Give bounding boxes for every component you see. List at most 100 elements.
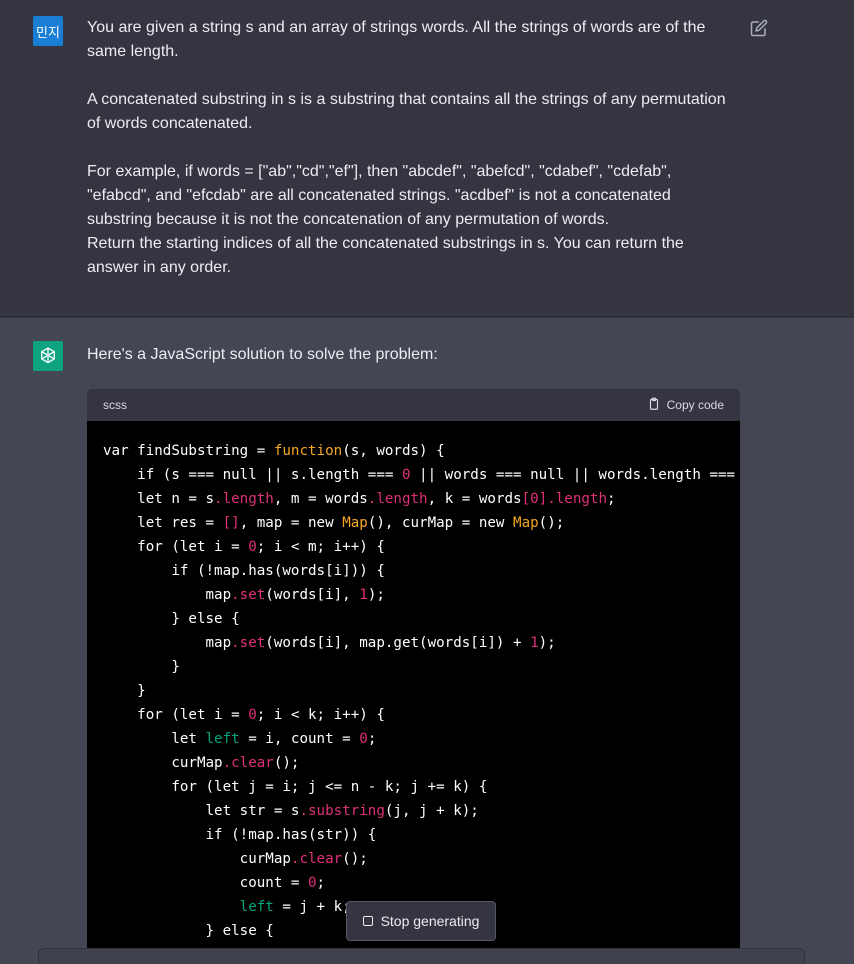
code-token: (), curMap = new xyxy=(367,515,514,531)
stop-generating-button[interactable]: Stop generating xyxy=(346,901,496,941)
assistant-intro-text: Here's a JavaScript solution to solve th… xyxy=(87,346,438,363)
stop-generating-label: Stop generating xyxy=(380,913,480,929)
code-line: let n = s.length, m = words.length, k = … xyxy=(103,487,724,511)
edit-icon[interactable] xyxy=(750,19,768,37)
code-token: 0 xyxy=(248,707,257,723)
code-token: let str = s xyxy=(103,803,300,819)
code-token: , m = words xyxy=(273,491,368,507)
code-token: 0 xyxy=(248,539,257,555)
code-token: } xyxy=(103,659,180,675)
code-line: let left = i, count = 0; xyxy=(103,727,724,751)
code-token: ); xyxy=(367,587,385,603)
code-token: if (s === null || s.length === xyxy=(103,467,402,483)
code-token: } else { xyxy=(103,923,274,939)
code-line: } else { xyxy=(103,607,724,631)
code-token: = i, count = xyxy=(239,731,360,747)
code-line: for (let i = 0; i < m; i++) { xyxy=(103,535,724,559)
code-token: } xyxy=(103,683,146,699)
code-token: let xyxy=(103,731,206,747)
user-message-text: You are given a string s and an array of… xyxy=(87,16,727,280)
code-line: } xyxy=(103,679,724,703)
code-line: } xyxy=(103,655,724,679)
code-line: let res = [], map = new Map(), curMap = … xyxy=(103,511,724,535)
code-token: ; i < m; i++) { xyxy=(256,539,385,555)
clipboard-icon xyxy=(647,397,661,414)
user-paragraph: You are given a string s and an array of… xyxy=(87,19,706,60)
user-message: 민지 You are given a string s and an array… xyxy=(0,0,854,317)
code-token: } else { xyxy=(103,611,240,627)
code-token: .substring xyxy=(299,803,385,819)
code-token: ); xyxy=(538,635,556,651)
code-token: 0 xyxy=(401,467,411,483)
chatgpt-logo-icon xyxy=(33,341,63,371)
code-token: for (let i = xyxy=(103,539,249,555)
code-token: [0] xyxy=(521,491,548,507)
user-paragraph: For example, if words = ["ab","cd","ef"]… xyxy=(87,163,672,228)
code-language-label: scss xyxy=(103,398,127,412)
code-token: function xyxy=(273,443,343,459)
code-token: , k = words xyxy=(427,491,522,507)
code-token: .length xyxy=(547,491,607,507)
code-token: for (let j = i; j <= n - k; j += k) { xyxy=(103,779,488,795)
code-token: curMap xyxy=(103,755,223,771)
code-token: (); xyxy=(342,851,368,867)
code-token: left xyxy=(205,731,240,747)
user-paragraph: Return the starting indices of all the c… xyxy=(87,235,684,276)
copy-code-button[interactable]: Copy code xyxy=(647,397,724,414)
code-line: var findSubstring = function(s, words) { xyxy=(103,439,724,463)
code-token: = j + k; xyxy=(273,899,351,915)
code-token: (s, words) { xyxy=(342,443,445,459)
code-content: var findSubstring = function(s, words) {… xyxy=(87,421,740,961)
code-token: count = xyxy=(103,875,308,891)
code-token: var findSubstring = xyxy=(103,443,274,459)
code-token: (words[i], map.get(words[i]) + xyxy=(265,635,531,651)
code-line: let str = s.substring(j, j + k); xyxy=(103,799,724,823)
assistant-message: Here's a JavaScript solution to solve th… xyxy=(0,318,854,964)
code-token: if (!map.has(str)) { xyxy=(103,827,377,843)
code-token: ; xyxy=(367,731,377,747)
code-token: || words === null || words.length === xyxy=(410,467,740,483)
code-token: (); xyxy=(273,755,300,771)
code-token: [] xyxy=(222,515,240,531)
message-input[interactable] xyxy=(38,948,805,964)
code-token: 0 xyxy=(359,731,368,747)
code-token: ; i < k; i++) { xyxy=(256,707,385,723)
code-line: curMap.clear(); xyxy=(103,847,724,871)
code-token: map xyxy=(103,587,232,603)
code-token: ; xyxy=(316,875,326,891)
code-token: .length xyxy=(367,491,428,507)
code-token: for (let i = xyxy=(103,707,249,723)
code-line: map.set(words[i], 1); xyxy=(103,583,724,607)
code-token: 1 xyxy=(359,587,368,603)
code-header: scss Copy code xyxy=(87,389,740,421)
code-token: .length xyxy=(214,491,274,507)
code-token: curMap xyxy=(103,851,291,867)
user-paragraph: A concatenated substring in s is a subst… xyxy=(87,91,726,132)
code-token: ; xyxy=(607,491,616,507)
code-token: (words[i], xyxy=(265,587,360,603)
code-token: let n = s xyxy=(103,491,215,507)
user-avatar: 민지 xyxy=(33,16,63,46)
code-line: if (s === null || s.length === 0 || word… xyxy=(103,463,735,487)
code-token: 0 xyxy=(308,875,317,891)
code-token: .clear xyxy=(222,755,274,771)
code-line: map.set(words[i], map.get(words[i]) + 1)… xyxy=(103,631,724,655)
code-token: Map xyxy=(513,515,539,531)
code-line: for (let i = 0; i < k; i++) { xyxy=(103,703,724,727)
code-token: , map = new xyxy=(239,515,343,531)
code-token: (j, j + k); xyxy=(384,803,479,819)
code-token: if (!map.has(words[i])) { xyxy=(103,563,385,579)
stop-icon xyxy=(362,916,373,926)
code-line: if (!map.has(words[i])) { xyxy=(103,559,724,583)
code-token: .set xyxy=(231,635,266,651)
code-token: .set xyxy=(231,587,266,603)
code-line: if (!map.has(str)) { xyxy=(103,823,724,847)
code-token: let res = xyxy=(103,515,223,531)
code-line: for (let j = i; j <= n - k; j += k) { xyxy=(103,775,724,799)
code-token: .clear xyxy=(290,851,343,867)
code-token: left xyxy=(239,899,274,915)
code-line: curMap.clear(); xyxy=(103,751,724,775)
code-block: scss Copy code var findSubstring = funct… xyxy=(87,389,740,964)
code-token: (); xyxy=(538,515,565,531)
